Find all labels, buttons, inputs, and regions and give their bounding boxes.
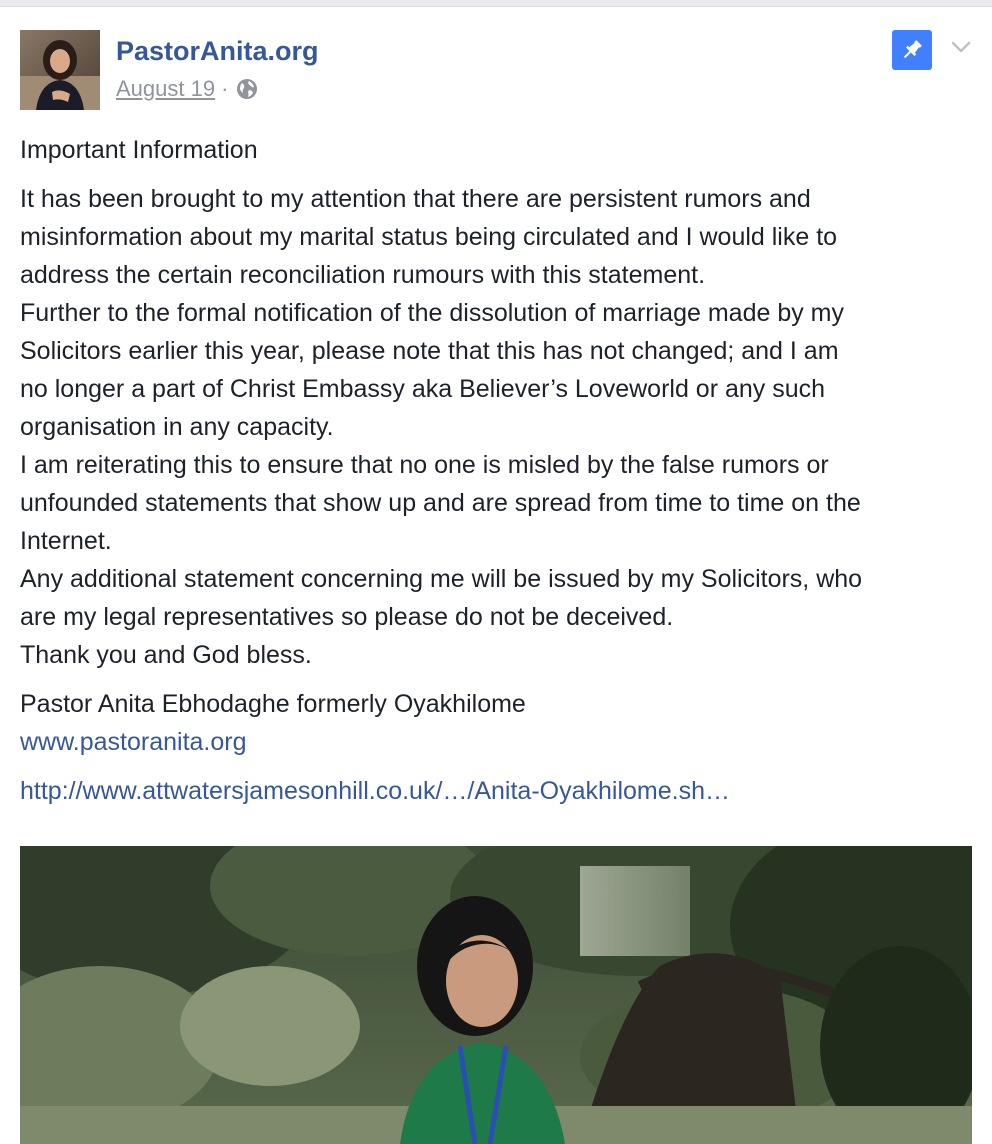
message-line: Solicitors earlier this year, please not… <box>20 337 839 365</box>
page-name-link[interactable]: PastorAnita.org <box>116 36 319 67</box>
pin-icon <box>903 40 922 59</box>
avatar-image <box>20 30 100 110</box>
message-line: Any additional statement concerning me w… <box>20 565 863 593</box>
message-line: misinformation about my marital status b… <box>20 223 838 251</box>
post-body: Important Information It has been brough… <box>20 131 975 810</box>
message-line: Internet. <box>20 527 112 555</box>
message-line: address the certain reconciliation rumou… <box>20 261 706 289</box>
globe-icon[interactable] <box>236 78 258 100</box>
post-header: PastorAnita.org August 19 · <box>20 30 972 110</box>
message-line: unfounded statements that show up and ar… <box>20 489 861 517</box>
external-link-block: http://www.attwatersjamesonhill.co.uk/…/… <box>20 772 975 810</box>
post-heading: Important Information <box>20 136 258 164</box>
meta-separator: · <box>221 76 229 101</box>
post-date-link[interactable]: August 19 <box>116 76 215 102</box>
avatar[interactable] <box>20 30 100 110</box>
chevron-down-icon[interactable] <box>950 36 972 58</box>
post-signature-block: Pastor Anita Ebhodaghe formerly Oyakhilo… <box>20 685 975 761</box>
external-link[interactable]: http://www.attwatersjamesonhill.co.uk/…/… <box>20 772 975 810</box>
post-message: It has been brought to my attention that… <box>20 180 975 674</box>
message-line: no longer a part of Christ Embassy aka B… <box>20 375 826 403</box>
pin-button[interactable] <box>892 30 932 70</box>
signature: Pastor Anita Ebhodaghe formerly Oyakhilo… <box>20 690 526 718</box>
top-border <box>0 0 992 7</box>
post-photo-image <box>20 846 972 1144</box>
website-link[interactable]: www.pastoranita.org <box>20 723 975 761</box>
post-meta: August 19 · <box>116 76 258 102</box>
message-line: organisation in any capacity. <box>20 413 334 441</box>
message-line: I am reiterating this to ensure that no … <box>20 451 829 479</box>
message-line: are my legal representatives so please d… <box>20 603 674 631</box>
message-line: Further to the formal notification of th… <box>20 299 844 327</box>
post-photo[interactable] <box>20 846 972 1144</box>
message-line: Thank you and God bless. <box>20 641 312 669</box>
message-line: It has been brought to my attention that… <box>20 185 811 213</box>
